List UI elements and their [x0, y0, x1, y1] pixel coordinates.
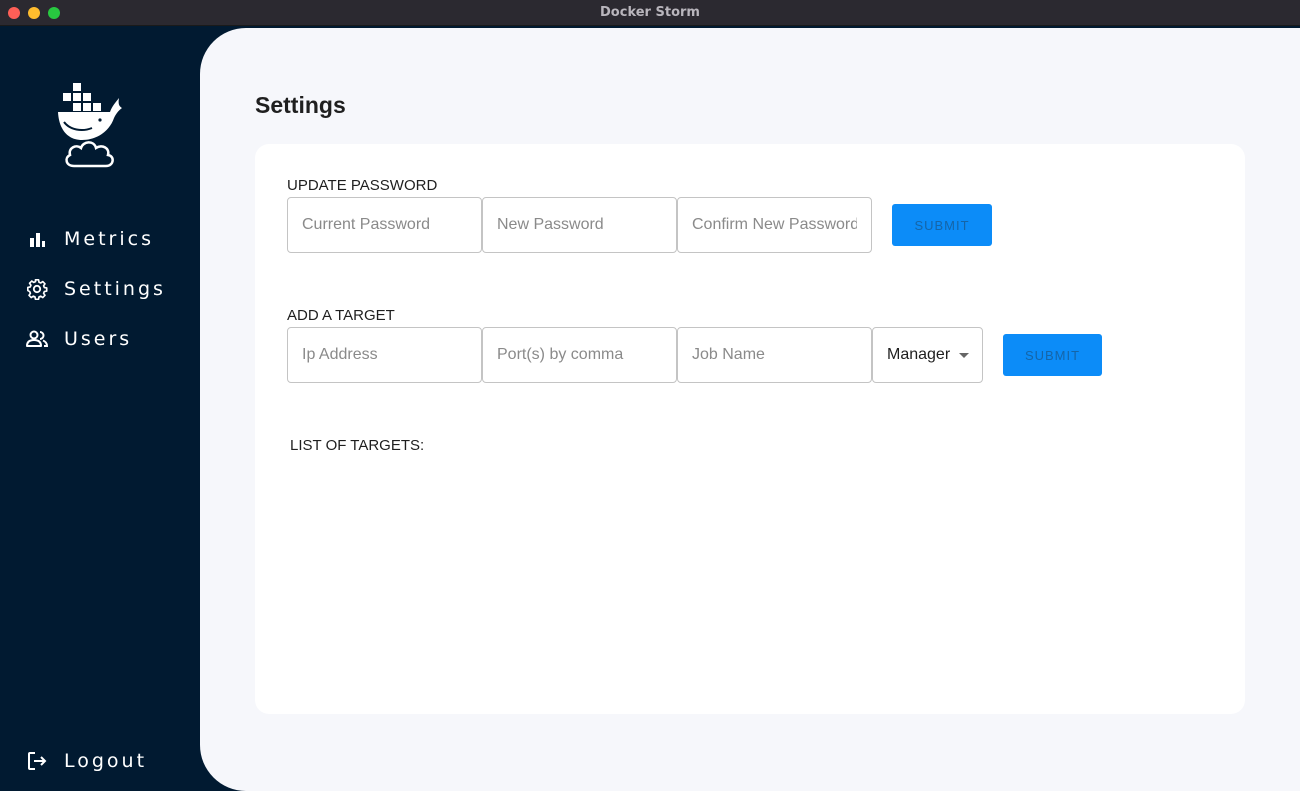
- confirm-password-input[interactable]: [677, 197, 872, 253]
- app-window: Docker Storm Metrics Settings Users Logo…: [0, 0, 1300, 791]
- targets-list-heading: LIST OF TARGETS:: [290, 437, 425, 454]
- window-title: Docker Storm: [600, 5, 700, 20]
- sidebar: Metrics Settings Users Logout: [0, 26, 200, 791]
- new-password-input[interactable]: [482, 197, 677, 253]
- add-target-submit-button[interactable]: SUBMIT: [1003, 334, 1102, 376]
- logout-button[interactable]: Logout: [24, 746, 147, 776]
- sidebar-item-users[interactable]: Users: [24, 324, 132, 354]
- update-password-submit-button[interactable]: SUBMIT: [892, 204, 992, 246]
- role-select[interactable]: Manager: [872, 327, 983, 383]
- settings-card: UPDATE PASSWORD SUBMIT ADD A TARGET Mana…: [255, 144, 1245, 714]
- job-name-input[interactable]: [677, 327, 872, 383]
- gear-icon: [24, 276, 50, 302]
- add-target-heading: ADD A TARGET: [287, 307, 395, 324]
- update-password-heading: UPDATE PASSWORD: [287, 177, 438, 194]
- users-icon: [24, 326, 50, 352]
- title-bar[interactable]: Docker Storm: [0, 0, 1300, 26]
- current-password-input[interactable]: [287, 197, 482, 253]
- ports-input[interactable]: [482, 327, 677, 383]
- ip-address-input[interactable]: [287, 327, 482, 383]
- docker-storm-logo-icon: [52, 78, 128, 170]
- targets-list: [287, 464, 1213, 684]
- logout-label: Logout: [64, 750, 148, 772]
- logout-icon: [24, 748, 50, 774]
- page-title: Settings: [255, 92, 346, 118]
- main-content: Settings UPDATE PASSWORD SUBMIT ADD A TA…: [200, 28, 1300, 791]
- sidebar-item-metrics[interactable]: Metrics: [24, 224, 154, 254]
- bar-chart-icon: [24, 226, 50, 252]
- sidebar-item-label: Settings: [64, 278, 166, 300]
- role-select-value: Manager: [887, 346, 951, 363]
- sidebar-item-label: Users: [64, 328, 133, 350]
- sidebar-item-label: Metrics: [64, 228, 154, 250]
- caret-down-icon: [959, 353, 969, 358]
- sidebar-item-settings[interactable]: Settings: [24, 274, 166, 304]
